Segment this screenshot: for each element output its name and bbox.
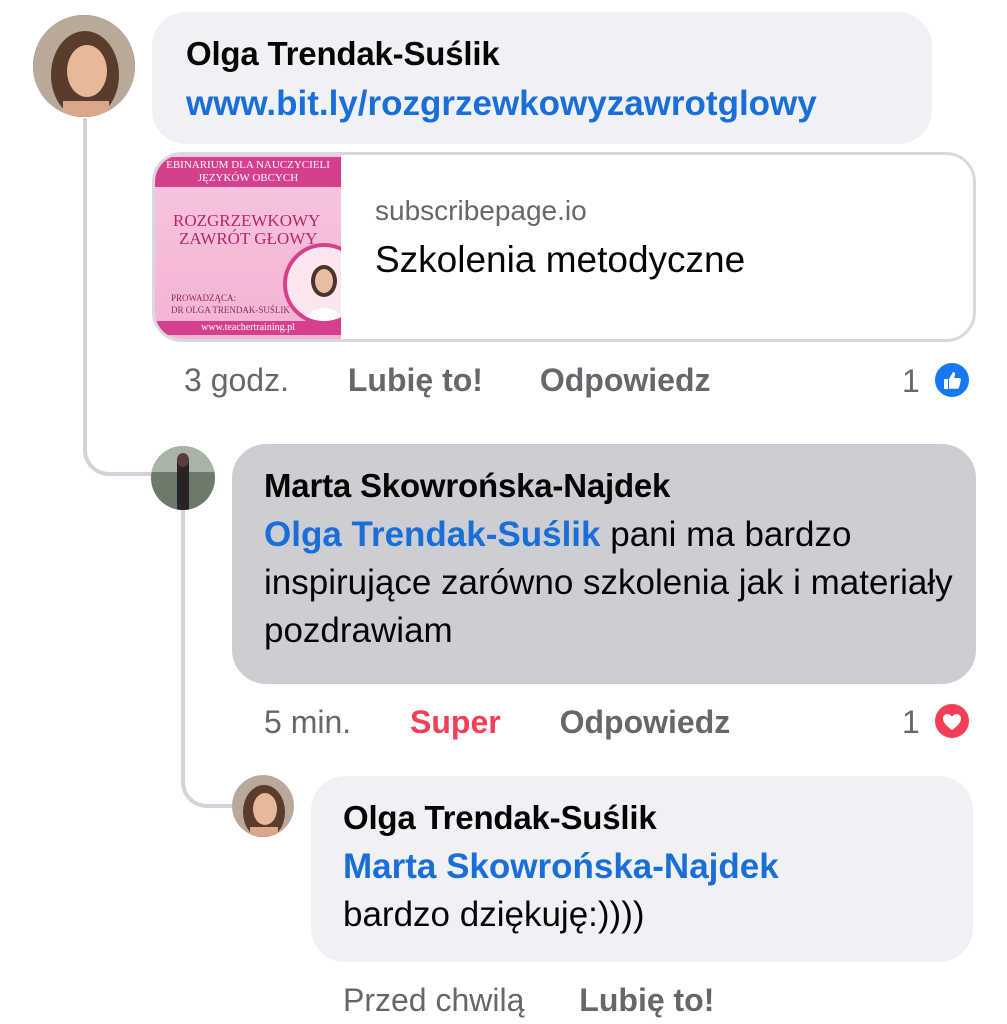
thumb-host-2: DR OLGA TRENDAK-SUŚLIK	[171, 305, 290, 315]
comment-link[interactable]: www.bit.ly/rozgrzewkowyzawrotglowy	[186, 80, 932, 128]
avatar-photo	[151, 446, 215, 510]
comment-timestamp[interactable]: 5 min.	[264, 704, 351, 740]
avatar[interactable]	[232, 775, 294, 837]
comment-author[interactable]: Marta Skowrońska-Najdek	[264, 466, 956, 506]
avatar[interactable]	[151, 446, 215, 510]
mention-link[interactable]: Marta Skowrońska-Najdek	[343, 843, 953, 891]
comment-meta: 3 godz. Lubię to! Odpowiedz	[184, 360, 710, 400]
comment-timestamp[interactable]: Przed chwilą	[343, 982, 524, 1018]
comment-meta: Przed chwilą Lubię to!	[343, 980, 714, 1020]
thumb-title-1: ROZGRZEWKOWY	[173, 211, 321, 230]
like-icon[interactable]	[932, 360, 972, 400]
like-button[interactable]: Lubię to!	[579, 982, 714, 1018]
thread-line-1	[83, 118, 157, 476]
thread-line-2	[181, 508, 237, 808]
link-preview-domain: subscribepage.io	[375, 195, 587, 226]
comment-timestamp[interactable]: 3 godz.	[184, 362, 289, 398]
reaction-count[interactable]: 1	[902, 361, 920, 401]
love-icon[interactable]	[932, 701, 972, 741]
comment-author[interactable]: Olga Trendak-Suślik	[186, 34, 932, 74]
link-preview-thumbnail: EBINARIUM DLA NAUCZYCIELI JĘZYKÓW OBCYCH…	[155, 155, 341, 339]
comment-author[interactable]: Olga Trendak-Suślik	[343, 798, 953, 838]
like-button[interactable]: Lubię to!	[348, 362, 483, 398]
reply-button[interactable]: Odpowiedz	[540, 362, 711, 398]
avatar[interactable]	[33, 15, 135, 117]
comment-bubble: Olga Trendak-Suślik www.bit.ly/rozgrzewk…	[152, 12, 932, 144]
avatar-photo	[33, 15, 135, 117]
avatar-photo	[232, 775, 294, 837]
thumb-title-2: ZAWRÓT GŁOWY	[179, 229, 318, 248]
reaction-label-button[interactable]: Super	[410, 704, 501, 740]
comment-meta: 5 min. Super Odpowiedz	[264, 702, 730, 742]
comment-bubble: Marta Skowrońska-Najdek Olga Trendak-Suś…	[232, 444, 976, 684]
reply-button[interactable]: Odpowiedz	[560, 704, 731, 740]
comment-text: Olga Trendak-Suślik pani ma bardzo inspi…	[264, 511, 956, 655]
thumb-host-1: PROWADZĄCA:	[171, 293, 237, 303]
link-preview[interactable]: EBINARIUM DLA NAUCZYCIELI JĘZYKÓW OBCYCH…	[152, 152, 976, 342]
mention-link[interactable]: Olga Trendak-Suślik	[264, 515, 601, 554]
comment-bubble: Olga Trendak-Suślik Marta Skowrońska-Naj…	[311, 776, 973, 962]
link-preview-title: Szkolenia metodyczne	[375, 239, 746, 280]
comment-text: Marta Skowrońska-Najdek bardzo dziękuję:…	[343, 843, 953, 939]
reaction-count[interactable]: 1	[902, 702, 920, 742]
thumb-header: EBINARIUM DLA NAUCZYCIELI JĘZYKÓW OBCYCH	[155, 157, 341, 187]
comment-body: bardzo dziękuję:))))	[343, 895, 645, 934]
thumb-portrait	[283, 243, 341, 325]
